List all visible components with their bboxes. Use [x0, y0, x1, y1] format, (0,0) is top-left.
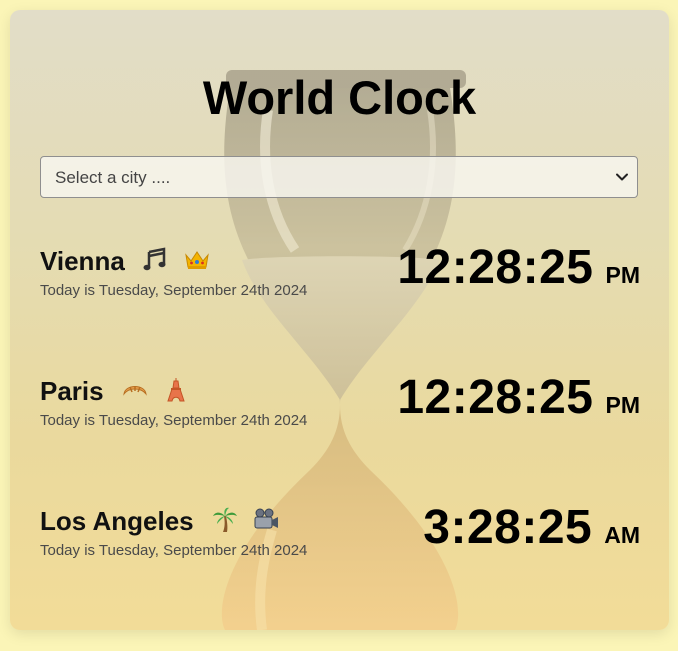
time-ampm: PM: [605, 262, 641, 288]
croissant-icon: [123, 386, 147, 396]
city-time: 12:28:25 PM: [397, 240, 640, 295]
city-name-row: Paris: [40, 376, 190, 406]
city-select-value: Select a city ....: [55, 168, 171, 187]
city-name: Vienna: [40, 246, 125, 276]
world-clock-card: World Clock Select a city .... Vienna To…: [10, 10, 669, 630]
time-value: 12:28:25: [397, 241, 594, 294]
city-time: 12:28:25 PM: [397, 370, 640, 425]
city-date: Today is Tuesday, September 24th 2024: [40, 542, 308, 559]
city-row-los-angeles: Los Angeles Today is Tuesday, September …: [40, 501, 640, 566]
eiffel-tower-icon: [167, 378, 185, 402]
city-name: Los Angeles: [40, 506, 194, 536]
city-name-row: Vienna: [40, 246, 211, 276]
city-name: Paris: [40, 376, 104, 406]
city-date: Today is Tuesday, September 24th 2024: [40, 282, 308, 299]
chevron-down-icon: [616, 173, 628, 181]
palm-tree-icon: [212, 507, 237, 532]
time-value: 12:28:25: [397, 371, 594, 424]
music-notes-icon: [143, 247, 166, 271]
city-time: 3:28:25 AM: [423, 500, 640, 555]
time-ampm: PM: [605, 392, 641, 418]
city-select[interactable]: Select a city ....: [40, 156, 638, 198]
city-row-paris: Paris Today is Tuesday, September 24th 2…: [40, 371, 640, 436]
world-clock-content: World Clock Select a city .... Vienna To…: [10, 10, 669, 630]
time-value: 3:28:25: [423, 501, 593, 554]
city-date: Today is Tuesday, September 24th 2024: [40, 412, 308, 429]
city-name-row: Los Angeles: [40, 506, 280, 536]
page-title: World Clock: [202, 71, 477, 124]
movie-camera-icon: [254, 508, 279, 529]
time-ampm: AM: [604, 522, 640, 548]
crown-icon: [185, 251, 210, 269]
city-row-vienna: Vienna Today is Tuesday, September 24th …: [40, 241, 640, 306]
